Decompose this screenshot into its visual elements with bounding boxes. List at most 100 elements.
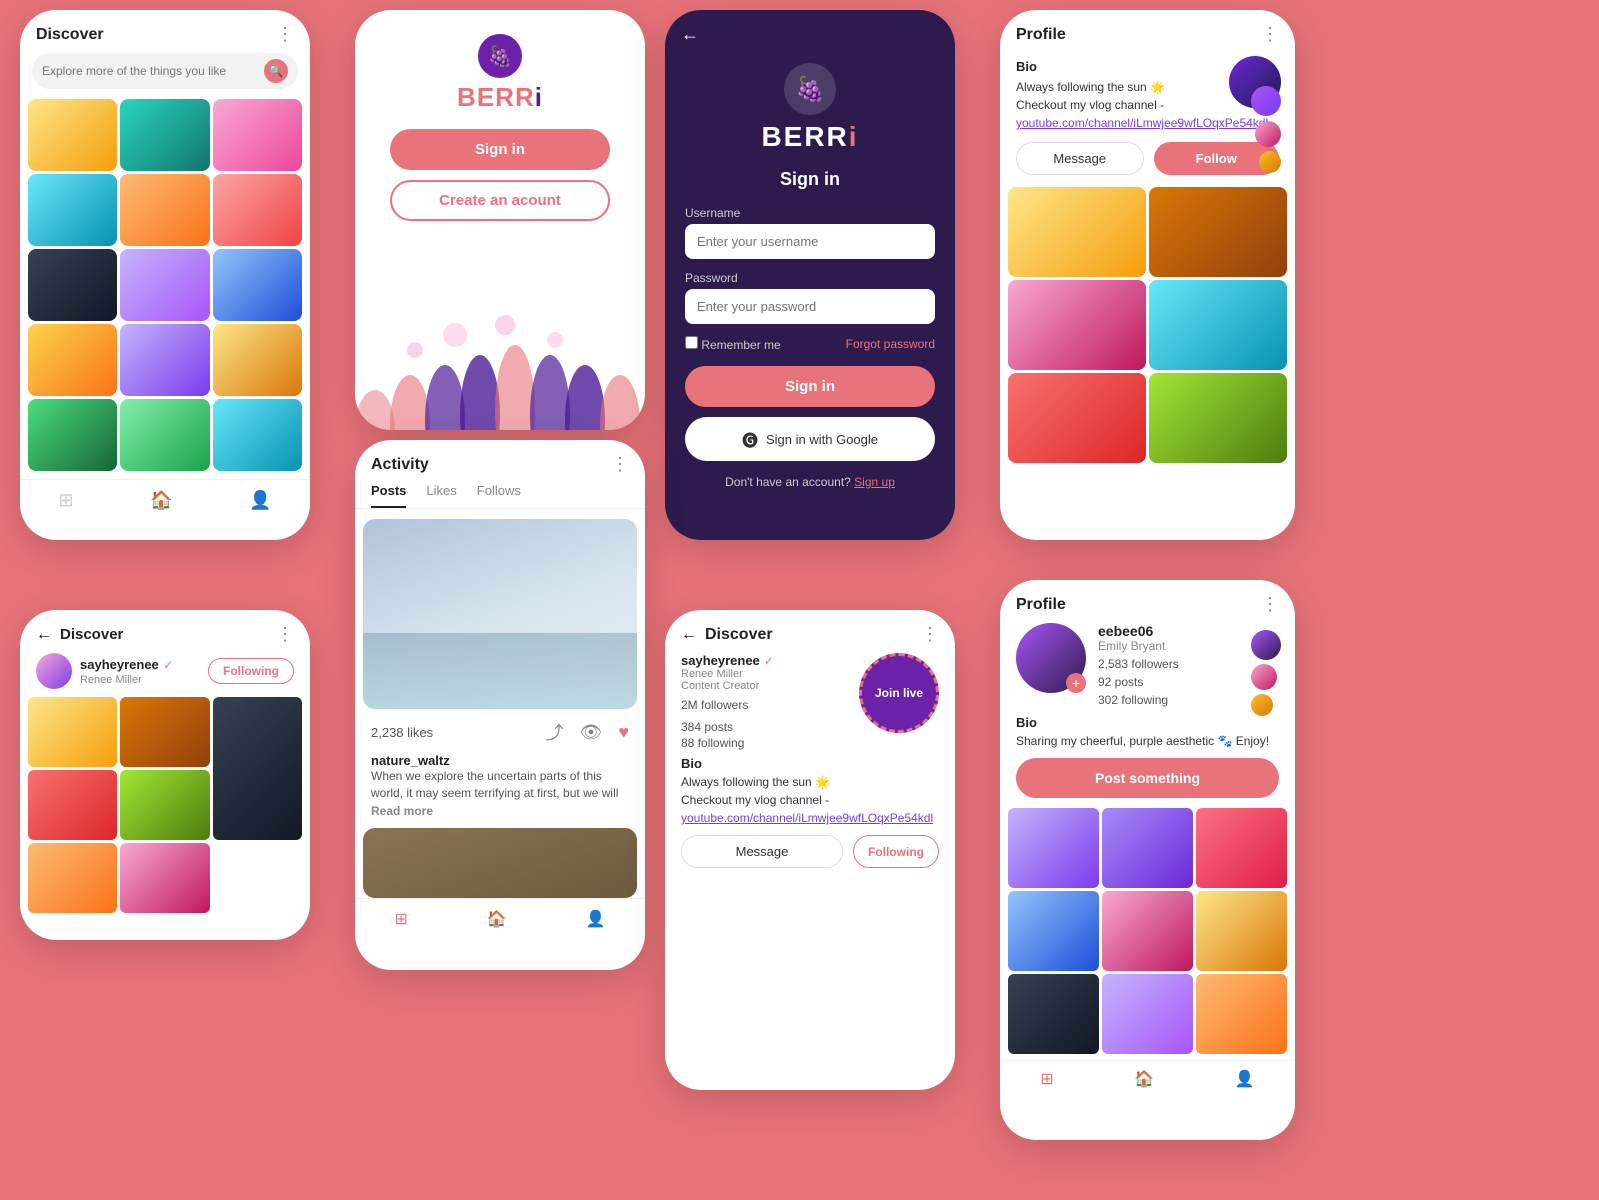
phone6-header: Activity ⋮ (355, 440, 645, 483)
photo-13[interactable] (28, 399, 117, 471)
home-nav-8[interactable]: 🏠 (1134, 1069, 1154, 1089)
add-photo-icon[interactable]: + (1066, 673, 1086, 693)
profile-photo-2[interactable] (1149, 187, 1287, 277)
back-icon[interactable]: ← (36, 626, 52, 644)
join-live-button[interactable]: Join live (859, 653, 939, 733)
following-btn-7[interactable]: Following (853, 835, 939, 868)
phone1-menu-icon[interactable]: ⋮ (276, 24, 294, 45)
p5-photo-5[interactable] (120, 770, 209, 840)
message-btn-7[interactable]: Message (681, 835, 843, 868)
grid-nav-8[interactable]: ⊞ (1040, 1069, 1053, 1089)
photo-12[interactable] (213, 324, 302, 396)
signin-submit-button[interactable]: Sign in (685, 366, 935, 407)
vlog-link[interactable]: youtube.com/channel/iLmwjee9wfLOqxPe54kd… (1016, 116, 1268, 130)
phone5-menu-icon[interactable]: ⋮ (276, 624, 294, 645)
signin-button[interactable]: Sign in (390, 129, 610, 170)
photo-10[interactable] (28, 324, 117, 396)
profile-photo-4[interactable] (1149, 280, 1287, 370)
profile-nav-icon[interactable]: 👤 (586, 909, 606, 929)
signup-link[interactable]: Sign up (854, 475, 895, 489)
photo-6[interactable] (213, 174, 302, 246)
create-account-button[interactable]: Create an acount (390, 180, 610, 221)
photo-15[interactable] (213, 399, 302, 471)
p8-photo-9[interactable] (1196, 974, 1287, 1054)
grid-icon[interactable]: ⊞ (58, 490, 73, 511)
photo-11[interactable] (120, 324, 209, 396)
p5-photo-1[interactable] (28, 697, 117, 767)
p8-photo-6[interactable] (1196, 891, 1287, 971)
post-caption: When we explore the uncertain parts of t… (371, 768, 629, 802)
phone1-search-bar[interactable]: 🔍 (32, 53, 298, 89)
p5-photo-4[interactable] (28, 770, 117, 840)
side-avatar-1 (1251, 630, 1281, 660)
home-icon[interactable]: 🏠 (150, 490, 172, 511)
google-signin-button[interactable]: 🅖 Sign in with Google (685, 417, 935, 461)
avatar-sm2 (1255, 121, 1281, 147)
password-field[interactable] (685, 289, 935, 324)
profile-photo-1[interactable] (1008, 187, 1146, 277)
post-photo-main[interactable] (363, 519, 637, 709)
tab-likes[interactable]: Likes (426, 483, 456, 508)
phone7-user-section: sayheyrenee ✓ Renee Miller Content Creat… (665, 653, 955, 1090)
phone8-photo-grid (1000, 808, 1295, 1054)
p5-photo-6[interactable] (28, 843, 117, 913)
phone7-menu-icon[interactable]: ⋮ (921, 624, 939, 645)
signin-heading: Sign in (665, 169, 955, 190)
post-photo-secondary[interactable] (363, 828, 637, 898)
read-more-link[interactable]: Read more (371, 804, 433, 818)
message-button[interactable]: Message (1016, 142, 1144, 175)
phone4-menu-icon[interactable]: ⋮ (1261, 24, 1279, 45)
p5-photo-3[interactable] (213, 697, 302, 840)
p8-photo-5[interactable] (1102, 891, 1193, 971)
post-something-button[interactable]: Post something (1016, 758, 1279, 798)
profile-nav-8[interactable]: 👤 (1235, 1069, 1255, 1089)
photo-4[interactable] (28, 174, 117, 246)
p8-photo-4[interactable] (1008, 891, 1099, 971)
profile-photo-5[interactable] (1008, 373, 1146, 463)
photo-14[interactable] (120, 399, 209, 471)
photo-1[interactable] (28, 99, 117, 171)
p8-photo-1[interactable] (1008, 808, 1099, 888)
p8-photo-2[interactable] (1102, 808, 1193, 888)
photo-3[interactable] (213, 99, 302, 171)
phone7-verified: ✓ (764, 654, 774, 668)
profile-photo-6[interactable] (1149, 373, 1287, 463)
photo-9[interactable] (213, 249, 302, 321)
back-icon-7[interactable]: ← (681, 626, 697, 644)
phone-discover-top-left: Discover ⋮ 🔍 ⊞ 🏠 👤 (20, 10, 310, 540)
photo-7[interactable] (28, 249, 117, 321)
forgot-password-link[interactable]: Forgot password (846, 337, 935, 351)
phone8-menu-icon[interactable]: ⋮ (1261, 594, 1279, 615)
phone4-title: Profile (1016, 26, 1066, 44)
profile-photo-3[interactable] (1008, 280, 1146, 370)
p8-photo-8[interactable] (1102, 974, 1193, 1054)
photo-5[interactable] (120, 174, 209, 246)
search-icon[interactable]: 🔍 (264, 59, 288, 83)
google-icon: 🅖 (742, 427, 758, 451)
profile-icon[interactable]: 👤 (249, 490, 271, 511)
remember-label[interactable]: Remember me (685, 336, 781, 352)
photo-8[interactable] (120, 249, 209, 321)
phone4-header: Profile ⋮ (1000, 10, 1295, 53)
like-icon[interactable]: ♥ (618, 722, 629, 743)
grid-nav-icon[interactable]: ⊞ (394, 909, 407, 929)
username-field[interactable] (685, 224, 935, 259)
share-icon[interactable]: ⤴ (545, 719, 563, 745)
following-button[interactable]: Following (208, 658, 294, 684)
tab-follows[interactable]: Follows (477, 483, 521, 508)
phone6-menu-icon[interactable]: ⋮ (611, 454, 629, 475)
search-input[interactable] (42, 64, 264, 78)
photo-2[interactable] (120, 99, 209, 171)
back-button[interactable]: ← (665, 10, 955, 53)
bio-label-7: Bio (681, 756, 939, 771)
tab-posts[interactable]: Posts (371, 483, 406, 508)
p8-photo-7[interactable] (1008, 974, 1099, 1054)
view-icon[interactable]: 👁 (579, 722, 602, 743)
remember-checkbox[interactable] (685, 336, 698, 349)
p8-photo-3[interactable] (1196, 808, 1287, 888)
home-nav-icon[interactable]: 🏠 (487, 909, 507, 929)
vlog-link-7[interactable]: youtube.com/channel/iLmwjee9wfLOqxPe54kd… (681, 811, 933, 825)
berri-app-name: BERRBERRii (457, 82, 543, 113)
p5-photo-2[interactable] (120, 697, 209, 767)
p5-photo-7[interactable] (120, 843, 209, 913)
